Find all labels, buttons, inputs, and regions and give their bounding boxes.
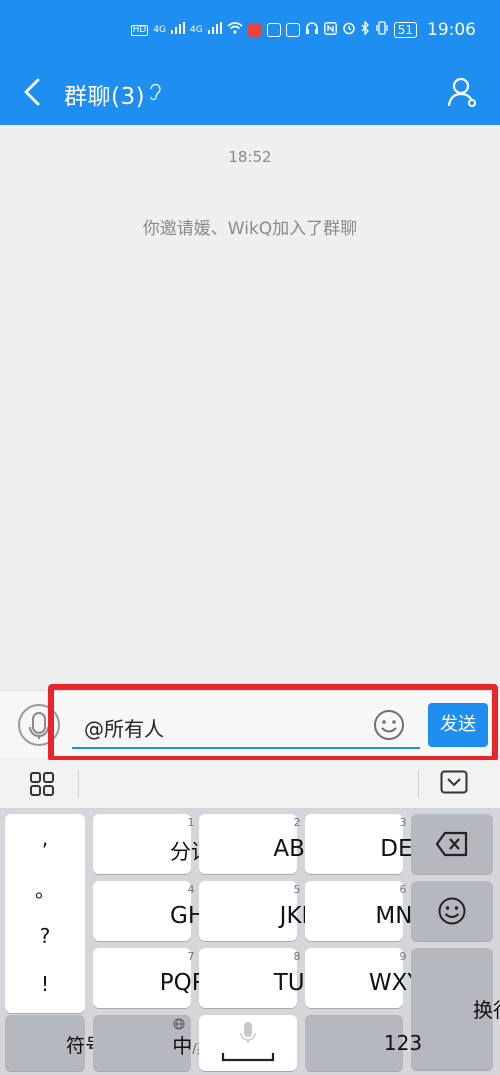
app-notification-icon-3 xyxy=(285,23,300,37)
key-7[interactable]: 7 PQRS xyxy=(93,948,222,1008)
earpiece-mode-icon xyxy=(148,82,162,102)
message-timestamp: 18:52 xyxy=(228,148,272,166)
punct-key-comma[interactable]: , xyxy=(5,826,85,850)
person-icon xyxy=(447,77,476,107)
number-mode-key[interactable]: 123 xyxy=(305,1015,422,1071)
nfc-icon xyxy=(323,21,337,39)
app-notification-icon xyxy=(247,23,262,37)
punct-key-period[interactable]: 。 xyxy=(5,874,85,903)
language-switch-key[interactable]: 中/英 xyxy=(93,1015,210,1071)
status-time: 19:06 xyxy=(427,20,476,40)
vibrate-icon xyxy=(375,21,389,39)
key-1[interactable]: 1 分词 xyxy=(93,814,212,874)
key-3[interactable]: 3 DEF xyxy=(305,814,426,874)
key-9[interactable]: 9 WXYZ xyxy=(305,948,437,1008)
network-type-2: 4G xyxy=(190,25,203,35)
keyboard-menu-button[interactable] xyxy=(28,770,56,798)
back-arrow-icon xyxy=(24,78,40,106)
toolbar-divider xyxy=(78,770,79,798)
space-mic-icon xyxy=(221,1022,275,1062)
grid-icon xyxy=(30,772,54,796)
key-6[interactable]: 6 MNO xyxy=(305,881,431,941)
alarm-icon xyxy=(342,21,356,39)
keyboard: , 。 ? ! 1 分词 2 ABC 3 DEF 4 GHI 5 JKL 6 M… xyxy=(0,808,500,1075)
page-title: 群聊(3) xyxy=(64,84,146,110)
delete-key[interactable] xyxy=(411,814,493,874)
punct-key-exclaim[interactable]: ! xyxy=(5,972,85,996)
hd-badge-1: HD xyxy=(130,24,149,36)
key-4[interactable]: 4 GHI xyxy=(93,881,212,941)
battery-indicator: 51 xyxy=(393,22,417,38)
punct-key-question[interactable]: ? xyxy=(5,924,85,948)
highlight-annotation-box xyxy=(48,684,498,762)
back-button[interactable] xyxy=(14,72,54,112)
bluetooth-icon xyxy=(361,20,370,39)
title-bar: 群聊(3) xyxy=(0,60,500,125)
keyboard-emoji-key[interactable] xyxy=(411,881,493,941)
key-5[interactable]: 5 JKL xyxy=(199,881,314,941)
backspace-icon xyxy=(435,831,468,857)
status-icons: HD 4G 4G 51 19:06 xyxy=(130,20,476,40)
chat-area[interactable]: 18:52 你邀请媛、WikQ加入了群聊 xyxy=(0,125,500,690)
keyboard-collapse-icon xyxy=(440,770,468,794)
keyboard-toolbar xyxy=(0,760,500,808)
hide-keyboard-button[interactable] xyxy=(440,770,468,794)
space-key[interactable] xyxy=(199,1015,297,1071)
globe-icon xyxy=(173,1018,185,1030)
toolbar-divider xyxy=(418,770,419,798)
status-bar: HD 4G 4G 51 19:06 xyxy=(0,0,500,60)
system-message: 你邀请媛、WikQ加入了群聊 xyxy=(142,219,358,239)
wifi-icon xyxy=(227,22,243,38)
headphones-icon xyxy=(305,21,319,39)
smiley-icon xyxy=(438,897,466,925)
lang-primary: 中 xyxy=(172,1034,193,1058)
punctuation-panel[interactable]: , 。 ? ! xyxy=(5,814,85,1013)
key-8[interactable]: 8 TUV xyxy=(199,948,320,1008)
signal-icon-1 xyxy=(171,22,186,38)
group-settings-button[interactable] xyxy=(446,76,478,108)
signal-icon-2 xyxy=(207,22,222,38)
key-2[interactable]: 2 ABC xyxy=(199,814,321,874)
app-notification-icon-2 xyxy=(266,23,281,37)
symbols-key[interactable]: 符号 xyxy=(5,1015,104,1071)
network-type-1: 4G xyxy=(153,25,167,35)
